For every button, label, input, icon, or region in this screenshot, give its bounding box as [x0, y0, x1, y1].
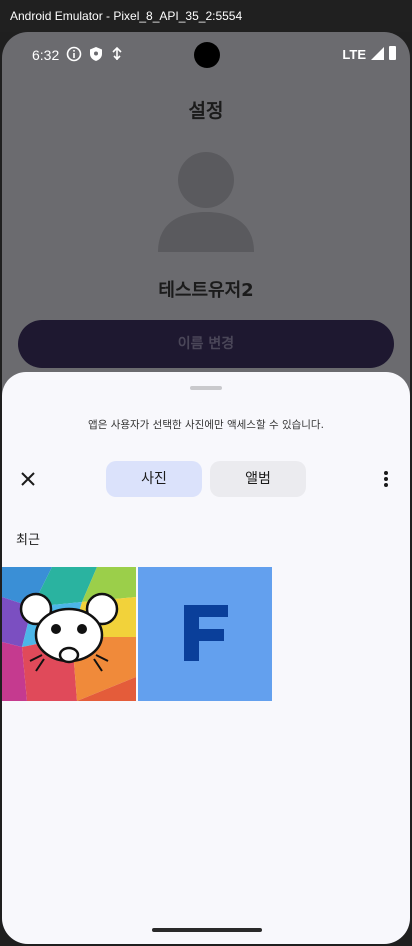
- close-button[interactable]: [16, 467, 40, 491]
- home-indicator[interactable]: [152, 928, 262, 932]
- emulator-title-bar: Android Emulator - Pixel_8_API_35_2:5554: [0, 0, 412, 32]
- more-vert-icon: [384, 471, 388, 487]
- access-notice: 앱은 사용자가 선택한 사진에만 액세스할 수 있습니다.: [88, 419, 324, 431]
- status-time: 6:32: [32, 47, 60, 63]
- mic-icon: [112, 46, 122, 61]
- shield-icon: [90, 47, 102, 61]
- status-bar: 6:32 LTE: [2, 32, 410, 80]
- page-title: 설정: [188, 100, 224, 122]
- battery-icon: [389, 46, 396, 60]
- colorful-mouse-image: [2, 567, 136, 701]
- info-icon: [66, 46, 82, 62]
- avatar[interactable]: [156, 146, 256, 252]
- window-title: Android Emulator - Pixel_8_API_35_2:5554: [10, 9, 243, 23]
- tab-albums[interactable]: 앨범: [210, 461, 306, 497]
- letter-f-image: [184, 605, 228, 661]
- rename-button[interactable]: 이름 변경: [18, 320, 394, 368]
- drag-handle[interactable]: [190, 386, 222, 390]
- close-icon: [21, 472, 35, 486]
- network-type: LTE: [342, 47, 366, 62]
- photo-picker-sheet: 앱은 사용자가 선택한 사진에만 액세스할 수 있습니다. 사진 앨범 최근: [2, 372, 410, 944]
- phone-screen: 6:32 LTE 설정 테스트유저2 이름 변경 앱은 사용자가 선택한 사진에…: [2, 32, 410, 944]
- more-options-button[interactable]: [374, 467, 398, 491]
- letter-f-photo[interactable]: [138, 567, 272, 701]
- username: 테스트유저2: [158, 280, 254, 301]
- signal-icon: [371, 47, 384, 60]
- colorful-mouse-photo[interactable]: [2, 567, 136, 701]
- tab-photos[interactable]: 사진: [106, 461, 202, 497]
- front-camera: [194, 42, 220, 68]
- section-label-recent: 최근: [16, 533, 40, 548]
